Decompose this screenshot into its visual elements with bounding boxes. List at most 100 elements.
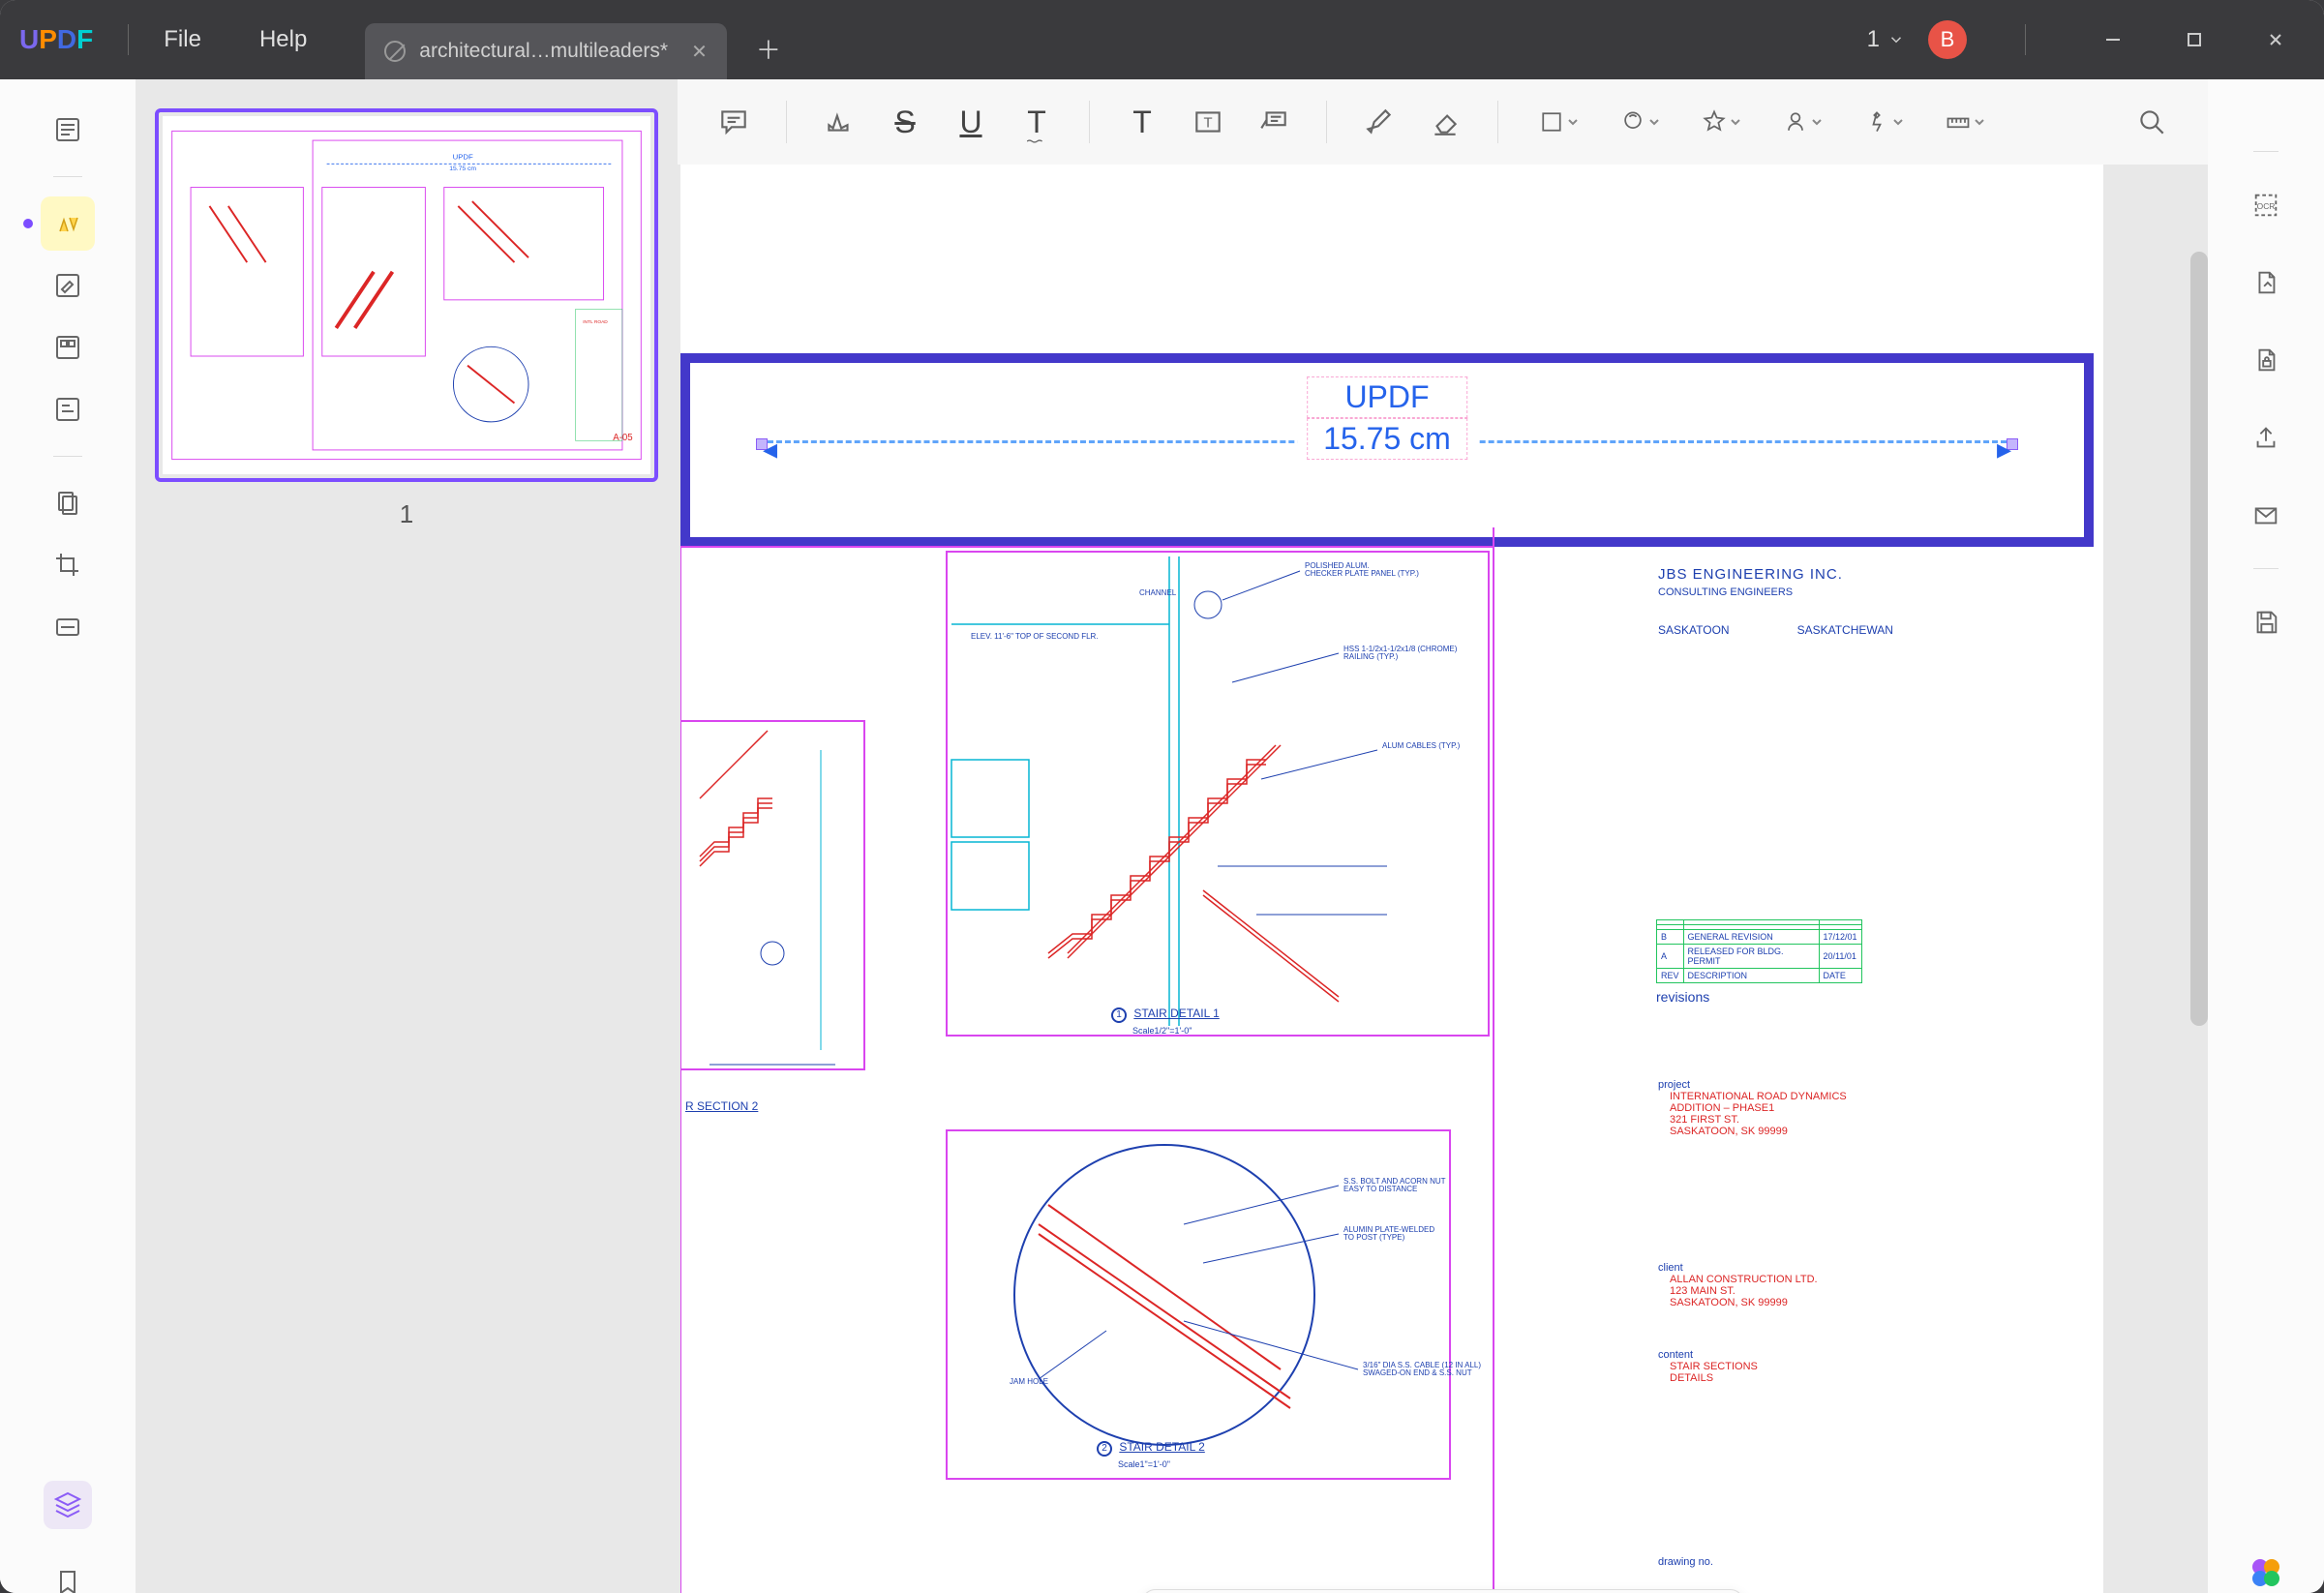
vertical-scrollbar[interactable] — [2190, 252, 2208, 1026]
drawing-content: POLISHED ALUM. CHECKER PLATE PANEL (TYP.… — [680, 527, 1644, 1593]
svg-text:SWAGED-ON END & S.S. NUT: SWAGED-ON END & S.S. NUT — [1363, 1368, 1472, 1377]
maximize-button[interactable] — [2165, 20, 2223, 59]
content-info: content STAIR SECTIONS DETAILS — [1658, 1349, 1758, 1384]
eraser-button[interactable] — [1416, 93, 1474, 151]
detail-2-label: 2 STAIR DETAIL 2 Scale1"=1'-0" — [1097, 1440, 1205, 1470]
text-button[interactable]: T — [1113, 93, 1171, 151]
text-box-button[interactable]: T — [1179, 93, 1237, 151]
email-button[interactable] — [2242, 491, 2290, 539]
highlight-button[interactable] — [810, 93, 868, 151]
right-sidebar: OCR — [2208, 79, 2324, 1593]
strikethrough-button[interactable]: S — [876, 93, 934, 151]
layers-button[interactable] — [44, 1481, 92, 1529]
save-button[interactable] — [2242, 598, 2290, 646]
client-info: client ALLAN CONSTRUCTION LTD. 123 MAIN … — [1658, 1262, 1818, 1308]
content-area: UPDF 15.75 cm INTL ROAD — [136, 79, 2208, 1593]
callout-button[interactable] — [1245, 93, 1303, 151]
shape-button[interactable] — [1522, 93, 1595, 151]
divider — [2253, 151, 2279, 152]
underline-button[interactable]: U — [942, 93, 1000, 151]
bookmark-button[interactable] — [44, 1558, 92, 1593]
svg-text:A-05: A-05 — [613, 433, 632, 443]
user-avatar[interactable]: B — [1928, 20, 1967, 59]
document-tab[interactable]: architectural…multileaders* ✕ — [365, 23, 727, 79]
ai-assistant-button[interactable] — [2247, 1553, 2285, 1593]
divider — [53, 456, 82, 457]
svg-text:JAM HOLE: JAM HOLE — [1010, 1377, 1048, 1386]
divider — [1089, 101, 1090, 143]
page-thumbnail[interactable]: UPDF 15.75 cm INTL ROAD — [155, 108, 658, 482]
measure-button[interactable] — [1928, 93, 2002, 151]
svg-text:CHANNEL: CHANNEL — [1139, 588, 1177, 597]
section-label: R SECTION 2 — [685, 1099, 758, 1113]
arrow-left-icon: ◂ — [763, 433, 777, 466]
page-controls: − 141% + 1/1 ✕ — [1141, 1589, 1744, 1593]
revisions-table: BGENERAL REVISION17/12/01 ARELEASED FOR … — [1656, 919, 1862, 1005]
svg-text:TO POST (TYPE): TO POST (TYPE) — [1343, 1233, 1405, 1242]
divider — [1497, 101, 1498, 143]
ocr-button[interactable]: OCR — [2242, 181, 2290, 229]
arrow-right-icon: ▸ — [1997, 433, 2011, 466]
convert-button[interactable] — [2242, 258, 2290, 307]
sticker-button[interactable] — [1684, 93, 1758, 151]
squiggly-button[interactable]: T — [1008, 93, 1066, 151]
annotation-toolbar: S U T T T — [678, 79, 2208, 165]
app-logo: UPDF — [19, 24, 93, 55]
divider — [2253, 568, 2279, 569]
measurement-annotation[interactable]: ◂ ▸ UPDF 15.75 cm — [680, 353, 2094, 547]
svg-text:OCR: OCR — [2257, 201, 2276, 211]
close-button[interactable] — [2247, 20, 2305, 59]
minimize-button[interactable] — [2084, 20, 2142, 59]
tab-close-button[interactable]: ✕ — [691, 40, 708, 64]
pencil-button[interactable] — [1350, 93, 1408, 151]
page-tool-button[interactable] — [41, 476, 95, 530]
form-mode-button[interactable] — [41, 382, 95, 436]
search-button[interactable] — [2123, 93, 2181, 151]
new-tab-button[interactable]: ＋ — [756, 31, 781, 67]
thumbnail-label: 1 — [155, 499, 658, 529]
help-menu[interactable]: Help — [259, 26, 307, 53]
active-indicator — [23, 219, 33, 228]
document-area: S U T T T — [678, 79, 2208, 1593]
tab-title: architectural…multileaders* — [419, 40, 668, 63]
divider — [1326, 101, 1327, 143]
signature-button[interactable] — [1847, 93, 1920, 151]
divider — [128, 24, 129, 55]
organize-mode-button[interactable] — [41, 320, 95, 375]
sign-button[interactable] — [1766, 93, 1839, 151]
comment-button[interactable] — [705, 93, 763, 151]
svg-text:CHECKER PLATE PANEL (TYP.): CHECKER PLATE PANEL (TYP.) — [1305, 569, 1419, 578]
crop-tool-button[interactable] — [41, 538, 95, 592]
reader-mode-button[interactable] — [41, 103, 95, 157]
share-button[interactable] — [2242, 413, 2290, 462]
stamp-button[interactable] — [1603, 93, 1676, 151]
svg-text:RAILING (TYP.): RAILING (TYP.) — [1343, 652, 1399, 661]
measure-text: UPDF 15.75 cm — [1297, 376, 1477, 460]
svg-text:EASY TO DISTANCE: EASY TO DISTANCE — [1343, 1185, 1417, 1193]
drawing-no-info: drawing no. — [1658, 1556, 1713, 1568]
comment-mode-button[interactable] — [41, 196, 95, 251]
detail-1-label: 1 STAIR DETAIL 1 Scale1/2"=1'-0" — [1111, 1007, 1220, 1037]
titlebar: UPDF File Help architectural…multileader… — [0, 0, 2324, 79]
edit-icon — [384, 41, 406, 62]
edit-mode-button[interactable] — [41, 258, 95, 313]
divider — [53, 176, 82, 177]
redact-tool-button[interactable] — [41, 600, 95, 654]
window-count[interactable]: 1 — [1867, 26, 1905, 53]
protect-button[interactable] — [2242, 336, 2290, 384]
company-info: JBS ENGINEERING INC. CONSULTING ENGINEER… — [1658, 566, 1893, 637]
document-canvas[interactable]: ◂ ▸ UPDF 15.75 cm — [678, 165, 2208, 1593]
divider — [2025, 24, 2026, 55]
svg-text:INTL ROAD: INTL ROAD — [583, 319, 608, 325]
main-area: UPDF 15.75 cm INTL ROAD — [0, 79, 2324, 1593]
divider — [786, 101, 787, 143]
thumbnail-panel: UPDF 15.75 cm INTL ROAD — [136, 79, 678, 1593]
svg-text:ALUM CABLES (TYP.): ALUM CABLES (TYP.) — [1382, 741, 1461, 750]
left-sidebar — [0, 79, 136, 1593]
svg-text:UPDF: UPDF — [453, 152, 473, 161]
app-window: UPDF File Help architectural…multileader… — [0, 0, 2324, 1593]
pdf-page: ◂ ▸ UPDF 15.75 cm — [680, 165, 2103, 1593]
file-menu[interactable]: File — [164, 26, 201, 53]
svg-text:15.75 cm: 15.75 cm — [449, 165, 476, 172]
svg-text:T: T — [1203, 115, 1212, 131]
